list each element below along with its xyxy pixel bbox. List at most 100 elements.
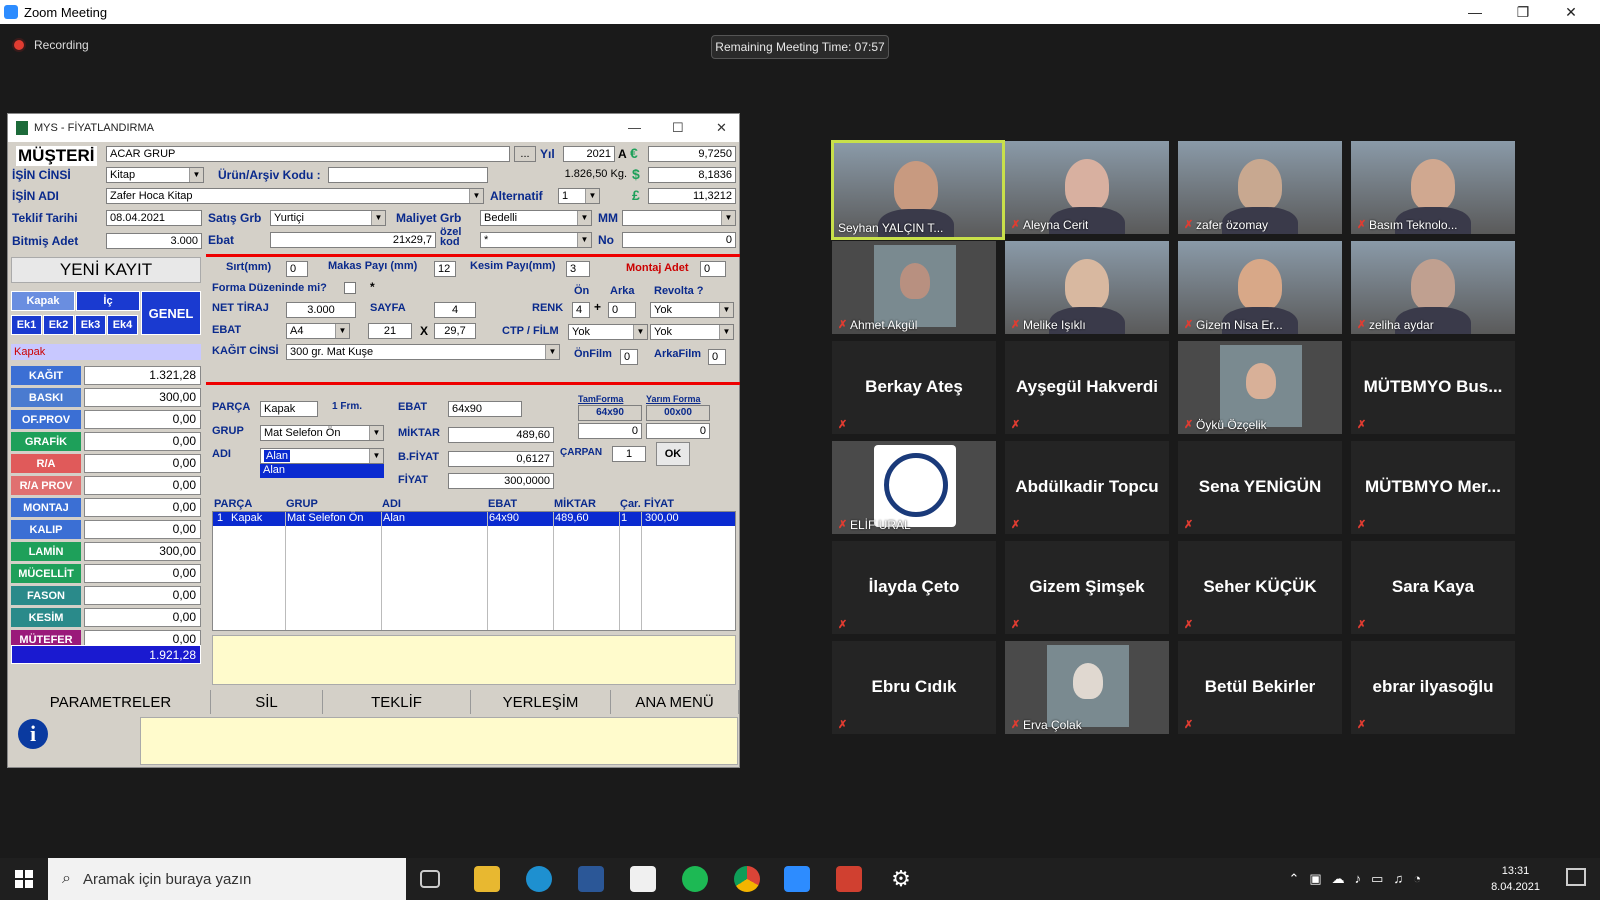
ctp-select-2[interactable]: Yok ▼ (650, 324, 734, 340)
bitmis-adet-field[interactable]: 3.000 (106, 233, 202, 249)
yarimforma-count[interactable]: 0 (646, 423, 710, 439)
sirt-field[interactable]: 0 (286, 261, 308, 277)
gbp-rate[interactable]: 11,3212 (648, 188, 736, 204)
participant-tile[interactable]: MÜTBMYO Bus... ✗ (1351, 341, 1515, 434)
cost-value[interactable]: 0,00 (84, 432, 201, 451)
participant-tile[interactable]: ✗ Melike Işıklı (1005, 241, 1169, 334)
tamforma-count[interactable]: 0 (578, 423, 642, 439)
ebat2-height-field[interactable]: 29,7 (434, 323, 476, 339)
grup-select[interactable]: Mat Selefon Ön ▼ (260, 425, 384, 441)
satis-grb-select[interactable]: Yurtiçi ▼ (270, 210, 386, 226)
net-tiraj-field[interactable]: 3.000 (286, 302, 356, 318)
ana-menu-button[interactable]: ANA MENÜ (611, 690, 739, 714)
kesim-field[interactable]: 3 (566, 261, 590, 277)
participant-tile[interactable]: Seher KÜÇÜK ✗ (1178, 541, 1342, 634)
cost-value[interactable]: 0,00 (84, 586, 201, 605)
cost-label[interactable]: GRAFİK (11, 432, 81, 451)
ctp-select-1[interactable]: Yok ▼ (568, 324, 648, 340)
participant-tile[interactable]: ✗ zafer özomay (1178, 141, 1342, 234)
cost-label[interactable]: R/A PROV (11, 476, 81, 495)
arkafilm-field[interactable]: 0 (708, 349, 726, 365)
chrome-icon[interactable] (734, 866, 760, 892)
participant-tile[interactable]: Sena YENİGÜN ✗ (1178, 441, 1342, 534)
participant-tile[interactable]: Sara Kaya ✗ (1351, 541, 1515, 634)
cost-label[interactable]: KALIP (11, 520, 81, 539)
tab-genel[interactable]: GENEL (141, 291, 201, 335)
kagit-cinsi-select[interactable]: 300 gr. Mat Kuşe ▼ (286, 344, 560, 360)
participant-tile[interactable]: ✗ zeliha aydar (1351, 241, 1515, 334)
ebat3-field[interactable]: 64x90 (448, 401, 522, 417)
cost-value[interactable]: 300,00 (84, 388, 201, 407)
cost-value[interactable]: 0,00 (84, 520, 201, 539)
ebat-field[interactable]: 21x29,7 (270, 232, 436, 248)
participant-tile[interactable]: Abdülkadir Topcu ✗ (1005, 441, 1169, 534)
teklif-tarihi-field[interactable]: 08.04.2021 (106, 210, 202, 226)
cost-value[interactable]: 1.321,28 (84, 366, 201, 385)
participant-tile[interactable]: MÜTBMYO Mer... ✗ (1351, 441, 1515, 534)
ok-button[interactable]: OK (656, 442, 690, 466)
isin-adi-select[interactable]: Zafer Hoca Kitap ▼ (106, 188, 484, 204)
cost-label[interactable]: MONTAJ (11, 498, 81, 517)
restore-button[interactable]: ❐ (1500, 0, 1546, 24)
participant-tile[interactable]: ✗ Gizem Nisa Er... (1178, 241, 1342, 334)
ozel-kod-select[interactable]: * ▼ (480, 232, 592, 248)
tab-ic[interactable]: İç (76, 291, 140, 311)
participant-tile[interactable]: ebrar ilyasoğlu ✗ (1351, 641, 1515, 734)
cost-value[interactable]: 0,00 (84, 410, 201, 429)
notifications-icon[interactable] (1566, 868, 1586, 886)
file-explorer-icon[interactable] (474, 866, 500, 892)
participant-tile[interactable]: Berkay Ateş ✗ (832, 341, 996, 434)
participant-tile[interactable]: ✗ Erva Çolak (1005, 641, 1169, 734)
adi-option[interactable]: Alan (260, 464, 384, 478)
participant-tile[interactable]: Ayşegül Hakverdi ✗ (1005, 341, 1169, 434)
table-row[interactable]: 1 Kapak Mat Selefon Ön Alan 64x90 489,60 1 300,… (213, 512, 735, 526)
makas-field[interactable]: 12 (434, 261, 456, 277)
start-button[interactable] (0, 858, 48, 900)
onfilm-field[interactable]: 0 (620, 349, 638, 365)
maliyet-grb-select[interactable]: Bedelli ▼ (480, 210, 592, 226)
sayfa-field[interactable]: 4 (434, 302, 476, 318)
yeni-kayit-button[interactable]: YENİ KAYIT (11, 257, 201, 283)
participant-tile[interactable]: ✗ ELİF URAL (832, 441, 996, 534)
sil-button[interactable]: SİL (211, 690, 323, 714)
recording-indicator[interactable]: Recording (14, 38, 89, 52)
cost-label[interactable]: LAMİN (11, 542, 81, 561)
alternatif-select[interactable]: 1 ▼ (558, 188, 600, 204)
info-icon[interactable]: i (18, 719, 48, 749)
usd-rate[interactable]: 8,1836 (648, 167, 736, 183)
settings-icon[interactable]: ⚙ (888, 866, 914, 892)
spotify-icon[interactable] (682, 866, 708, 892)
parametreler-button[interactable]: PARAMETRELER (11, 690, 211, 714)
mys-minimize-button[interactable]: — (628, 120, 641, 135)
tab-kapak[interactable]: Kapak (11, 291, 75, 311)
teklif-button[interactable]: TEKLİF (323, 690, 471, 714)
participant-tile[interactable]: Ebru Cıdık ✗ (832, 641, 996, 734)
isin-cinsi-select[interactable]: Kitap ▼ (106, 167, 204, 183)
cost-label[interactable]: BASKI (11, 388, 81, 407)
yerlesim-button[interactable]: YERLEŞİM (471, 690, 611, 714)
taskbar-search[interactable]: ⌕ Aramak için buraya yazın (48, 858, 406, 900)
tray-icons[interactable]: ⌃▣☁♪▭♫◔ (1289, 871, 1432, 887)
cost-value[interactable]: 0,00 (84, 454, 201, 473)
forma-checkbox[interactable] (344, 282, 356, 294)
miktar-field[interactable]: 489,60 (448, 427, 554, 443)
cost-label[interactable]: FASON (11, 586, 81, 605)
cost-value[interactable]: 0,00 (84, 608, 201, 627)
adi-select[interactable]: Alan ▼ (260, 448, 384, 464)
participant-tile[interactable]: Gizem Şimşek ✗ (1005, 541, 1169, 634)
urun-field[interactable] (328, 167, 488, 183)
cost-label[interactable]: KESİM (11, 608, 81, 627)
euro-rate[interactable]: 9,7250 (648, 146, 736, 162)
mm-select[interactable]: ▼ (622, 210, 736, 226)
tab-ek4[interactable]: Ek4 (107, 315, 138, 335)
parca-field[interactable]: Kapak (260, 401, 318, 417)
montaj-adet-field[interactable]: 0 (700, 261, 726, 277)
musteri-field[interactable]: ACAR GRUP (106, 146, 510, 162)
participant-tile[interactable]: ✗ Ahmet Akgül (832, 241, 996, 334)
cost-label[interactable]: MÜCELLİT (11, 564, 81, 583)
tab-ek1[interactable]: Ek1 (11, 315, 42, 335)
participant-tile[interactable]: Betül Bekirler ✗ (1178, 641, 1342, 734)
tab-ek2[interactable]: Ek2 (43, 315, 74, 335)
cost-label[interactable]: KAĞIT (11, 366, 81, 385)
participant-tile[interactable]: İlayda Çeto ✗ (832, 541, 996, 634)
